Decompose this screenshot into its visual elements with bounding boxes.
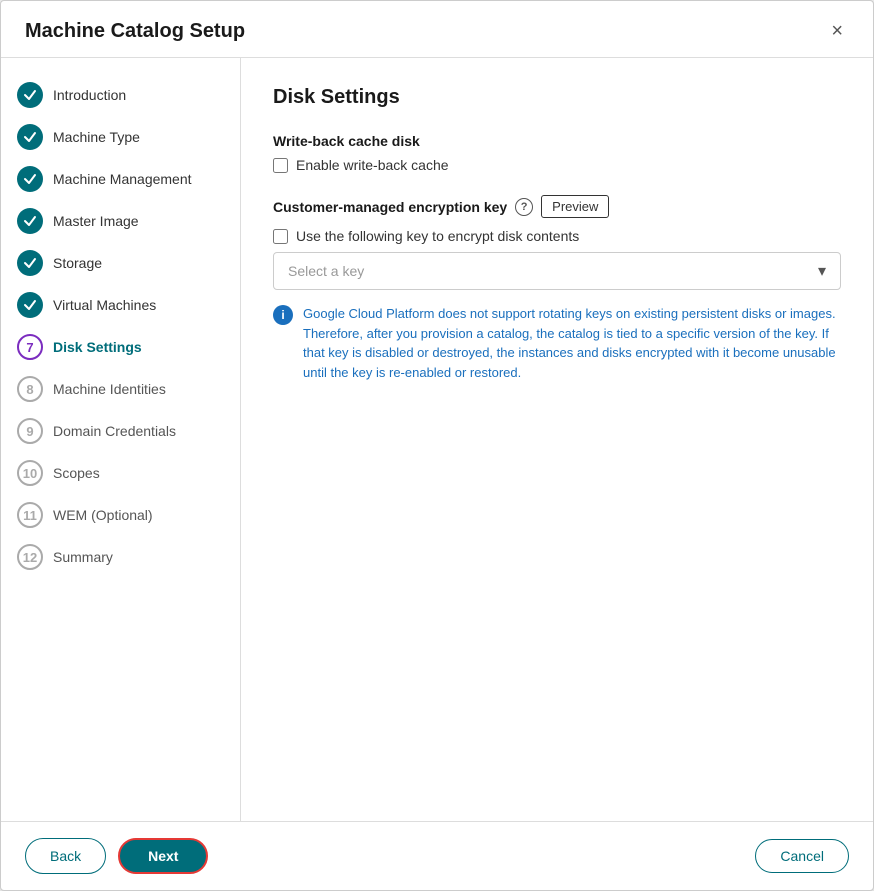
footer-left: Back Next [25, 838, 208, 874]
step-label-4: Master Image [53, 213, 139, 229]
dialog-title: Machine Catalog Setup [25, 20, 245, 43]
sidebar-item-master-image[interactable]: Master Image [1, 200, 240, 242]
dialog-body: Introduction Machine Type Machine Manage… [1, 58, 873, 821]
step-icon-10: 10 [17, 460, 43, 486]
step-label-10: Scopes [53, 465, 100, 481]
info-icon: i [273, 305, 293, 325]
sidebar-item-machine-management[interactable]: Machine Management [1, 158, 240, 200]
enable-writeback-checkbox[interactable] [273, 158, 288, 173]
step-icon-5 [17, 250, 43, 276]
select-placeholder: Select a key [288, 263, 364, 279]
step-icon-7: 7 [17, 334, 43, 360]
step-icon-4 [17, 208, 43, 234]
step-label-8: Machine Identities [53, 381, 166, 397]
sidebar-item-storage[interactable]: Storage [1, 242, 240, 284]
sidebar: Introduction Machine Type Machine Manage… [1, 58, 241, 821]
help-icon[interactable]: ? [515, 198, 533, 216]
encryption-label: Customer-managed encryption key [273, 199, 507, 215]
dialog-footer: Back Next Cancel [1, 821, 873, 890]
section-title: Disk Settings [273, 86, 841, 109]
step-icon-1 [17, 82, 43, 108]
cancel-button[interactable]: Cancel [755, 839, 849, 873]
sidebar-item-scopes[interactable]: 10 Scopes [1, 452, 240, 494]
key-select-dropdown[interactable]: Select a key ▾ [273, 252, 841, 290]
main-content: Disk Settings Write-back cache disk Enab… [241, 58, 873, 821]
step-label-3: Machine Management [53, 171, 192, 187]
enable-writeback-label[interactable]: Enable write-back cache [296, 157, 449, 173]
back-button[interactable]: Back [25, 838, 106, 874]
encryption-group: Customer-managed encryption key ? Previe… [273, 195, 841, 382]
preview-button[interactable]: Preview [541, 195, 609, 218]
use-key-label[interactable]: Use the following key to encrypt disk co… [296, 228, 579, 244]
step-label-6: Virtual Machines [53, 297, 156, 313]
step-icon-2 [17, 124, 43, 150]
step-icon-11: 11 [17, 502, 43, 528]
sidebar-item-disk-settings[interactable]: 7 Disk Settings [1, 326, 240, 368]
use-key-checkbox[interactable] [273, 229, 288, 244]
sidebar-item-summary[interactable]: 12 Summary [1, 536, 240, 578]
sidebar-item-machine-identities[interactable]: 8 Machine Identities [1, 368, 240, 410]
step-label-5: Storage [53, 255, 102, 271]
sidebar-item-machine-type[interactable]: Machine Type [1, 116, 240, 158]
step-icon-3 [17, 166, 43, 192]
step-label-9: Domain Credentials [53, 423, 176, 439]
writeback-group: Write-back cache disk Enable write-back … [273, 133, 841, 173]
step-label-12: Summary [53, 549, 113, 565]
dialog: Machine Catalog Setup × Introduction Mac… [0, 0, 874, 891]
sidebar-item-wem[interactable]: 11 WEM (Optional) [1, 494, 240, 536]
step-label-11: WEM (Optional) [53, 507, 153, 523]
info-text: Google Cloud Platform does not support r… [303, 304, 841, 382]
select-inner: Select a key ▾ [288, 261, 826, 281]
step-icon-8: 8 [17, 376, 43, 402]
sidebar-item-domain-credentials[interactable]: 9 Domain Credentials [1, 410, 240, 452]
writeback-label: Write-back cache disk [273, 133, 841, 149]
step-icon-12: 12 [17, 544, 43, 570]
use-key-checkbox-row: Use the following key to encrypt disk co… [273, 228, 841, 244]
sidebar-item-introduction[interactable]: Introduction [1, 74, 240, 116]
encryption-header: Customer-managed encryption key ? Previe… [273, 195, 841, 218]
chevron-down-icon: ▾ [818, 261, 826, 281]
next-button[interactable]: Next [118, 838, 208, 874]
dialog-header: Machine Catalog Setup × [1, 1, 873, 58]
step-icon-9: 9 [17, 418, 43, 444]
step-label-7: Disk Settings [53, 339, 142, 355]
step-label-1: Introduction [53, 87, 126, 103]
sidebar-item-virtual-machines[interactable]: Virtual Machines [1, 284, 240, 326]
close-button[interactable]: × [825, 19, 849, 43]
step-label-2: Machine Type [53, 129, 140, 145]
writeback-checkbox-row: Enable write-back cache [273, 157, 841, 173]
info-box: i Google Cloud Platform does not support… [273, 304, 841, 382]
step-icon-6 [17, 292, 43, 318]
